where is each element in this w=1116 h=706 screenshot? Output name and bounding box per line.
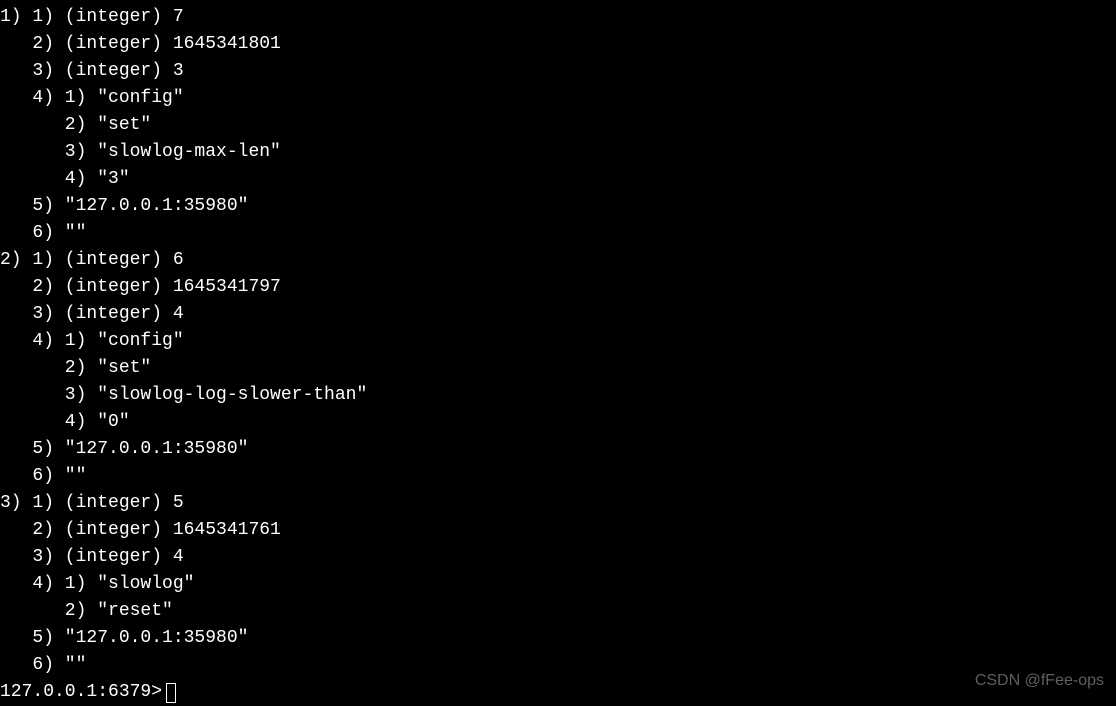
output-line: 3) (integer) 3 xyxy=(0,58,1116,85)
output-line: 2) "set" xyxy=(0,355,1116,382)
output-line: 2) (integer) 1645341761 xyxy=(0,517,1116,544)
output-line: 2) 1) (integer) 6 xyxy=(0,247,1116,274)
prompt-text: 127.0.0.1:6379> xyxy=(0,679,162,706)
output-line: 5) "127.0.0.1:35980" xyxy=(0,625,1116,652)
output-line: 3) 1) (integer) 5 xyxy=(0,490,1116,517)
output-line: 6) "" xyxy=(0,220,1116,247)
output-line: 1) 1) (integer) 7 xyxy=(0,4,1116,31)
output-line: 3) (integer) 4 xyxy=(0,301,1116,328)
output-line: 2) "set" xyxy=(0,112,1116,139)
output-line: 2) (integer) 1645341801 xyxy=(0,31,1116,58)
output-line: 4) 1) "slowlog" xyxy=(0,571,1116,598)
output-line: 2) (integer) 1645341797 xyxy=(0,274,1116,301)
output-line: 3) "slowlog-max-len" xyxy=(0,139,1116,166)
terminal-output: 1) 1) (integer) 7 2) (integer) 164534180… xyxy=(0,4,1116,679)
output-line: 5) "127.0.0.1:35980" xyxy=(0,193,1116,220)
cursor xyxy=(166,683,176,703)
output-line: 3) (integer) 4 xyxy=(0,544,1116,571)
output-line: 4) "3" xyxy=(0,166,1116,193)
watermark: CSDN @fFee-ops xyxy=(975,669,1104,693)
output-line: 6) "" xyxy=(0,652,1116,679)
output-line: 5) "127.0.0.1:35980" xyxy=(0,436,1116,463)
output-line: 4) 1) "config" xyxy=(0,85,1116,112)
output-line: 6) "" xyxy=(0,463,1116,490)
output-line: 3) "slowlog-log-slower-than" xyxy=(0,382,1116,409)
output-line: 2) "reset" xyxy=(0,598,1116,625)
prompt-line[interactable]: 127.0.0.1:6379> xyxy=(0,679,1116,706)
output-line: 4) "0" xyxy=(0,409,1116,436)
output-line: 4) 1) "config" xyxy=(0,328,1116,355)
